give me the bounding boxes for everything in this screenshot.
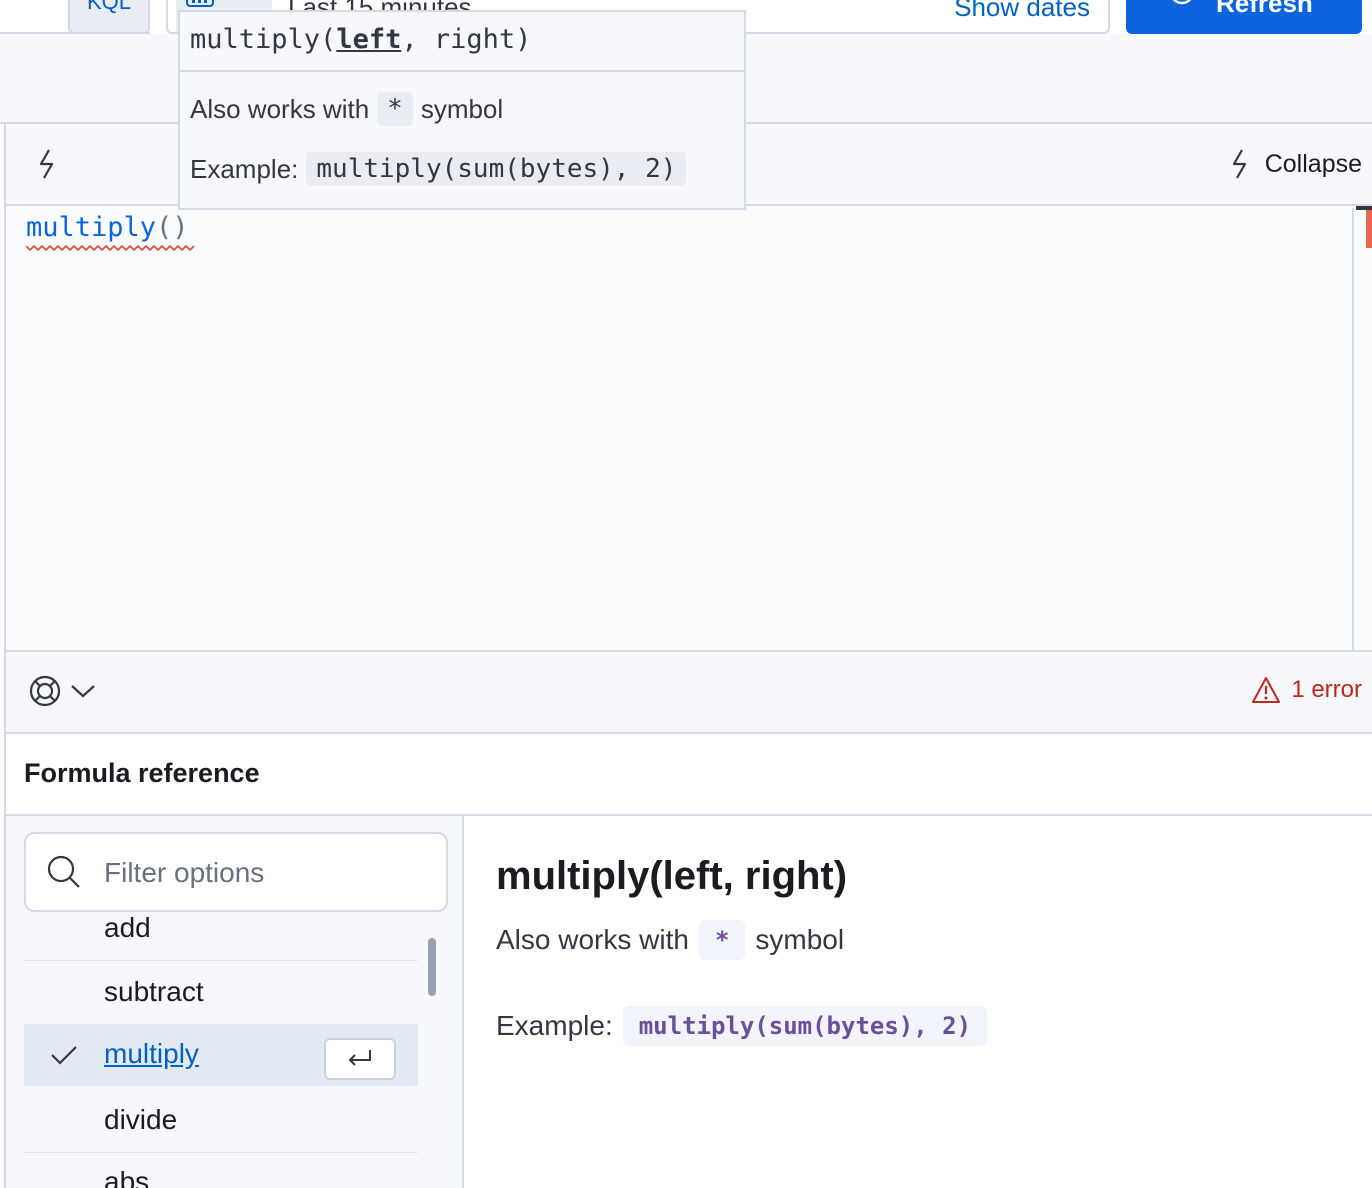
function-item-multiply[interactable]: multiply	[24, 1024, 418, 1086]
function-label: multiply	[104, 1038, 199, 1069]
error-indicator[interactable]: 1 error	[1251, 676, 1362, 704]
search-icon	[47, 855, 80, 888]
function-detail: multiply(left, right) Also works with * …	[464, 816, 1372, 1188]
code-editor[interactable]: multiply()	[6, 208, 1352, 652]
tooltip-also-prefix: Also works with	[190, 93, 370, 124]
editor-footer: 1 error	[6, 650, 1372, 734]
list-scrollbar-thumb[interactable]	[428, 938, 436, 996]
editor-scrollbar[interactable]	[1352, 208, 1372, 652]
function-item-subtract[interactable]: subtract	[24, 962, 418, 1025]
tooltip-example-label: Example:	[190, 153, 299, 184]
enter-key-hint	[324, 1038, 396, 1080]
function-item-divide[interactable]: divide	[24, 1090, 418, 1153]
signature-tooltip: multiply(left, right) Also works with * …	[178, 10, 746, 210]
return-icon	[348, 1050, 371, 1066]
detail-also-suffix: symbol	[755, 924, 845, 955]
calendar-icon	[186, 0, 214, 7]
detail-also-prefix: Also works with	[496, 924, 689, 955]
function-label: divide	[104, 1104, 178, 1135]
tooltip-also-suffix: symbol	[420, 93, 504, 124]
query-language-button[interactable]: KQL	[68, 0, 150, 34]
function-label: subtract	[104, 976, 204, 1007]
tooltip-symbol-note: Also works with * symbol	[190, 92, 503, 126]
function-detail-symbol-note: Also works with * symbol	[496, 920, 844, 960]
collapse-label: Collapse	[1264, 149, 1362, 178]
collapse-button[interactable]: Collapse	[1229, 146, 1362, 182]
detail-example-code: multiply(sum(bytes), 2)	[622, 1006, 988, 1046]
tooltip-example-code: multiply(sum(bytes), 2)	[306, 152, 687, 186]
tooltip-example: Example: multiply(sum(bytes), 2)	[190, 152, 687, 186]
error-count: 1 error	[1291, 676, 1362, 703]
function-item-add[interactable]: add	[24, 898, 418, 961]
bolt-icon[interactable]	[36, 148, 58, 180]
help-menu-button[interactable]	[28, 674, 96, 708]
detail-example-label: Example:	[496, 1010, 613, 1041]
function-signature: multiply(left, right)	[180, 12, 744, 72]
signature-prefix: multiply(	[190, 24, 337, 55]
signature-active-arg: left	[336, 24, 402, 55]
function-label: abs	[104, 1166, 150, 1188]
help-lifebuoy-icon	[29, 675, 61, 707]
refresh-icon	[1172, 0, 1192, 5]
warning-icon	[1252, 677, 1281, 703]
query-language-label: KQL	[86, 0, 132, 14]
chevron-down-icon	[71, 685, 95, 698]
function-item-abs[interactable]: abs	[24, 1152, 418, 1188]
formula-reference-title: Formula reference	[24, 758, 260, 788]
refresh-button[interactable]: Refresh	[1126, 0, 1362, 34]
show-dates-link[interactable]: Show dates	[954, 0, 1090, 23]
function-detail-example: Example: multiply(sum(bytes), 2)	[496, 1006, 988, 1046]
code-parens: ()	[156, 212, 189, 243]
code-function: multiply	[26, 212, 157, 243]
code-line: multiply()	[26, 212, 189, 243]
bolt-icon	[1232, 149, 1246, 179]
formula-reference-header: Formula reference	[4, 734, 1372, 816]
refresh-label: Refresh	[1216, 0, 1313, 18]
function-list-panel: add subtract multiply divide abs	[4, 816, 464, 1188]
function-list: add subtract multiply divide abs	[24, 912, 418, 1188]
check-icon	[51, 1046, 77, 1065]
formula-editor: Collapse multiply() 1 error	[4, 124, 1372, 734]
signature-suffix: , right)	[401, 24, 532, 55]
function-detail-title: multiply(left, right)	[496, 854, 848, 898]
error-squiggle	[26, 244, 195, 252]
detail-symbol-chip: *	[698, 920, 746, 960]
tooltip-symbol-chip: *	[377, 92, 413, 126]
error-marker	[1366, 210, 1372, 248]
function-label: add	[104, 912, 151, 943]
filter-input[interactable]	[102, 848, 426, 898]
